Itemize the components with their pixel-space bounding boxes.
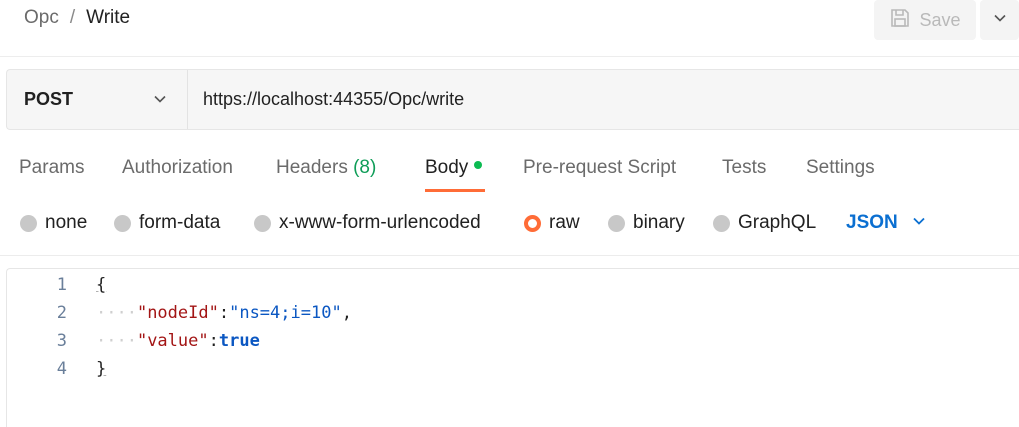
breadcrumb: Opc / Write [24, 7, 130, 29]
body-type-binary[interactable]: binary [608, 212, 685, 234]
code-text: } [96, 355, 106, 383]
json-key: "value" [136, 331, 209, 351]
code-line: 3 ····"value":true [7, 327, 1007, 355]
chevron-down-icon [912, 212, 926, 234]
save-button[interactable]: Save [874, 0, 976, 40]
body-type-graphql[interactable]: GraphQL [713, 212, 816, 234]
breadcrumb-collection[interactable]: Opc [24, 7, 59, 28]
json-string-value: "ns=4;i=10" [229, 303, 342, 323]
close-brace: } [96, 359, 107, 379]
code-line: 1 { [7, 271, 1007, 299]
radio-button[interactable] [114, 214, 131, 232]
json-boolean-value: true [218, 331, 260, 351]
indent-guide: ···· [96, 303, 137, 323]
code-line: 2 ····"nodeId":"ns=4;i=10", [7, 299, 1007, 327]
body-type-urlencoded[interactable]: x-www-form-urlencoded [254, 212, 481, 234]
tab-body[interactable]: Body [425, 157, 483, 179]
active-tab-indicator [425, 189, 485, 192]
radio-button[interactable] [254, 214, 271, 232]
headers-count-badge: (8) [353, 157, 377, 178]
save-label: Save [919, 9, 961, 30]
code-line: 4 } [7, 355, 1007, 383]
line-number: 3 [56, 331, 67, 351]
save-icon [889, 7, 911, 34]
line-number: 1 [56, 275, 67, 295]
body-type-raw[interactable]: raw [524, 212, 580, 234]
code-text: ····"value":true [96, 327, 260, 355]
section-divider [0, 255, 1019, 256]
body-status-dot [474, 160, 483, 169]
raw-format-dropdown[interactable]: JSON [846, 212, 926, 234]
json-key: "nodeId" [136, 303, 219, 323]
line-number: 2 [56, 303, 67, 323]
body-type-label: none [45, 212, 88, 233]
tab-body-label: Body [425, 157, 469, 178]
body-type-form-data[interactable]: form-data [114, 212, 220, 234]
radio-button[interactable] [20, 214, 37, 232]
method-label: POST [24, 89, 74, 109]
line-number: 4 [56, 359, 67, 379]
tab-authorization[interactable]: Authorization [122, 157, 233, 179]
tab-tests[interactable]: Tests [722, 157, 766, 179]
radio-button[interactable] [713, 214, 730, 232]
tab-settings[interactable]: Settings [806, 157, 875, 179]
breadcrumb-separator: / [69, 7, 76, 28]
url-input[interactable]: https://localhost:44355/Opc/write [203, 89, 464, 110]
json-comma: , [341, 303, 352, 323]
tab-headers[interactable]: Headers (8) [276, 157, 376, 179]
radio-button-selected[interactable] [524, 214, 541, 232]
method-select[interactable]: POST [7, 70, 188, 129]
indent-guide: ···· [96, 331, 137, 351]
body-type-label: form-data [139, 212, 221, 233]
body-type-label: x-www-form-urlencoded [279, 212, 481, 233]
body-code-editor[interactable]: 1 { 2 ····"nodeId":"ns=4;i=10", 3 ····"v… [6, 268, 1019, 427]
chevron-down-icon [152, 91, 168, 107]
breadcrumb-request-name[interactable]: Write [86, 7, 130, 28]
save-options-button[interactable] [980, 0, 1019, 40]
chevron-down-icon [993, 11, 1007, 30]
body-type-options: none form-data x-www-form-urlencoded raw… [0, 206, 1019, 242]
tab-headers-label: Headers [276, 157, 348, 178]
code-text: { [96, 271, 106, 299]
body-type-none[interactable]: none [20, 212, 87, 234]
request-header: Opc / Write Save [0, 0, 1019, 57]
request-tabs: Params Authorization Headers (8) Body Pr… [0, 154, 1019, 194]
radio-button[interactable] [608, 214, 625, 232]
tab-prerequest-script[interactable]: Pre-request Script [523, 157, 676, 179]
body-type-label: binary [633, 212, 685, 233]
request-url-bar: POST https://localhost:44355/Opc/write [6, 69, 1019, 130]
json-colon: : [208, 331, 219, 351]
raw-format-label: JSON [846, 212, 898, 233]
code-text: ····"nodeId":"ns=4;i=10", [96, 299, 352, 327]
body-type-label: raw [549, 212, 580, 233]
json-colon: : [218, 303, 230, 323]
body-type-label: GraphQL [738, 212, 817, 233]
open-brace: { [96, 275, 107, 295]
tab-params[interactable]: Params [19, 157, 84, 179]
